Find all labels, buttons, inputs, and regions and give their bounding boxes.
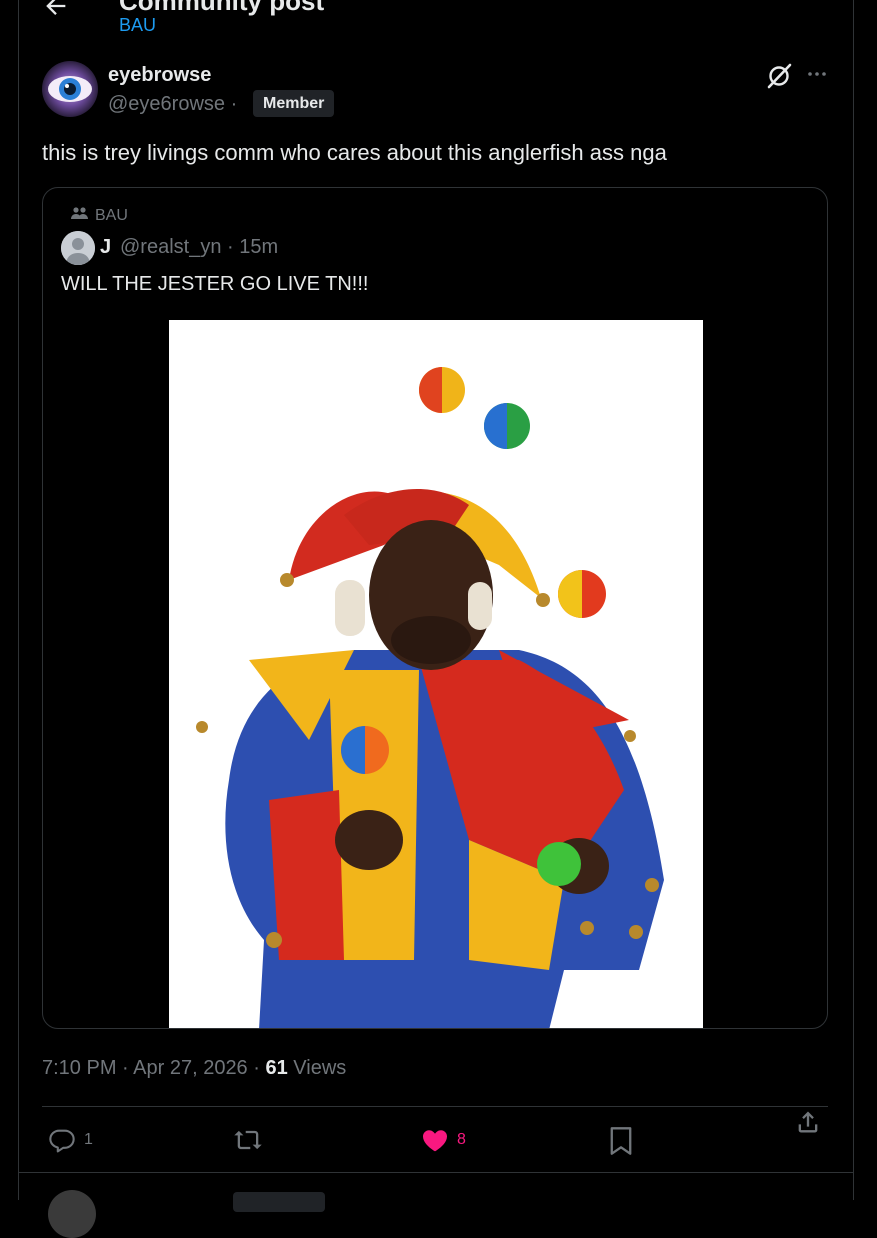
- quote-author-handle[interactable]: @realst_yn · 15m: [120, 236, 278, 259]
- author-handle[interactable]: @eye6rowse ·: [108, 93, 237, 116]
- share-icon: [794, 1108, 822, 1136]
- views-count: 61: [265, 1057, 288, 1079]
- status-badge: [233, 1192, 325, 1212]
- more-icon[interactable]: [805, 62, 829, 86]
- member-badge: Member: [253, 90, 335, 117]
- quote-community[interactable]: BAU: [71, 206, 128, 225]
- post-text: this is trey livings comm who cares abou…: [42, 140, 667, 165]
- quote-author-name[interactable]: J: [100, 236, 111, 259]
- views-label: Views: [287, 1057, 347, 1079]
- post-meta: 7:10 PM · Apr 27, 2026 · 61 Views: [42, 1057, 346, 1080]
- like-icon: [421, 1126, 449, 1154]
- back-arrow-icon[interactable]: [42, 0, 70, 20]
- quote-media-image[interactable]: [169, 320, 703, 1028]
- like-button[interactable]: 8: [421, 1126, 466, 1154]
- author-name[interactable]: eyebrowse: [108, 64, 211, 87]
- quoted-post[interactable]: BAU J @realst_yn · 15m WILL THE JESTER G…: [42, 187, 828, 1029]
- divider: [42, 1106, 828, 1107]
- avatar[interactable]: [48, 1190, 96, 1238]
- reply-button[interactable]: 1: [48, 1126, 93, 1154]
- repost-icon: [232, 1126, 264, 1154]
- bookmark-button[interactable]: [608, 1126, 634, 1156]
- community-icon: [71, 206, 89, 225]
- quote-community-name: BAU: [95, 206, 128, 224]
- post-timestamp[interactable]: 7:10 PM · Apr 27, 2026 ·: [42, 1057, 265, 1079]
- reply-count: 1: [84, 1131, 93, 1148]
- grok-icon[interactable]: [765, 62, 793, 90]
- quote-avatar[interactable]: [61, 231, 95, 265]
- community-link[interactable]: BAU: [119, 15, 156, 36]
- share-button[interactable]: [794, 1108, 822, 1136]
- bookmark-icon: [608, 1126, 634, 1156]
- like-count: 8: [457, 1131, 466, 1148]
- repost-button[interactable]: [232, 1126, 264, 1154]
- reply-icon: [48, 1126, 76, 1154]
- avatar[interactable]: [42, 61, 98, 117]
- quote-text: WILL THE JESTER GO LIVE TN!!!: [61, 273, 369, 295]
- divider: [18, 1172, 854, 1173]
- juggling-ball: [419, 367, 465, 413]
